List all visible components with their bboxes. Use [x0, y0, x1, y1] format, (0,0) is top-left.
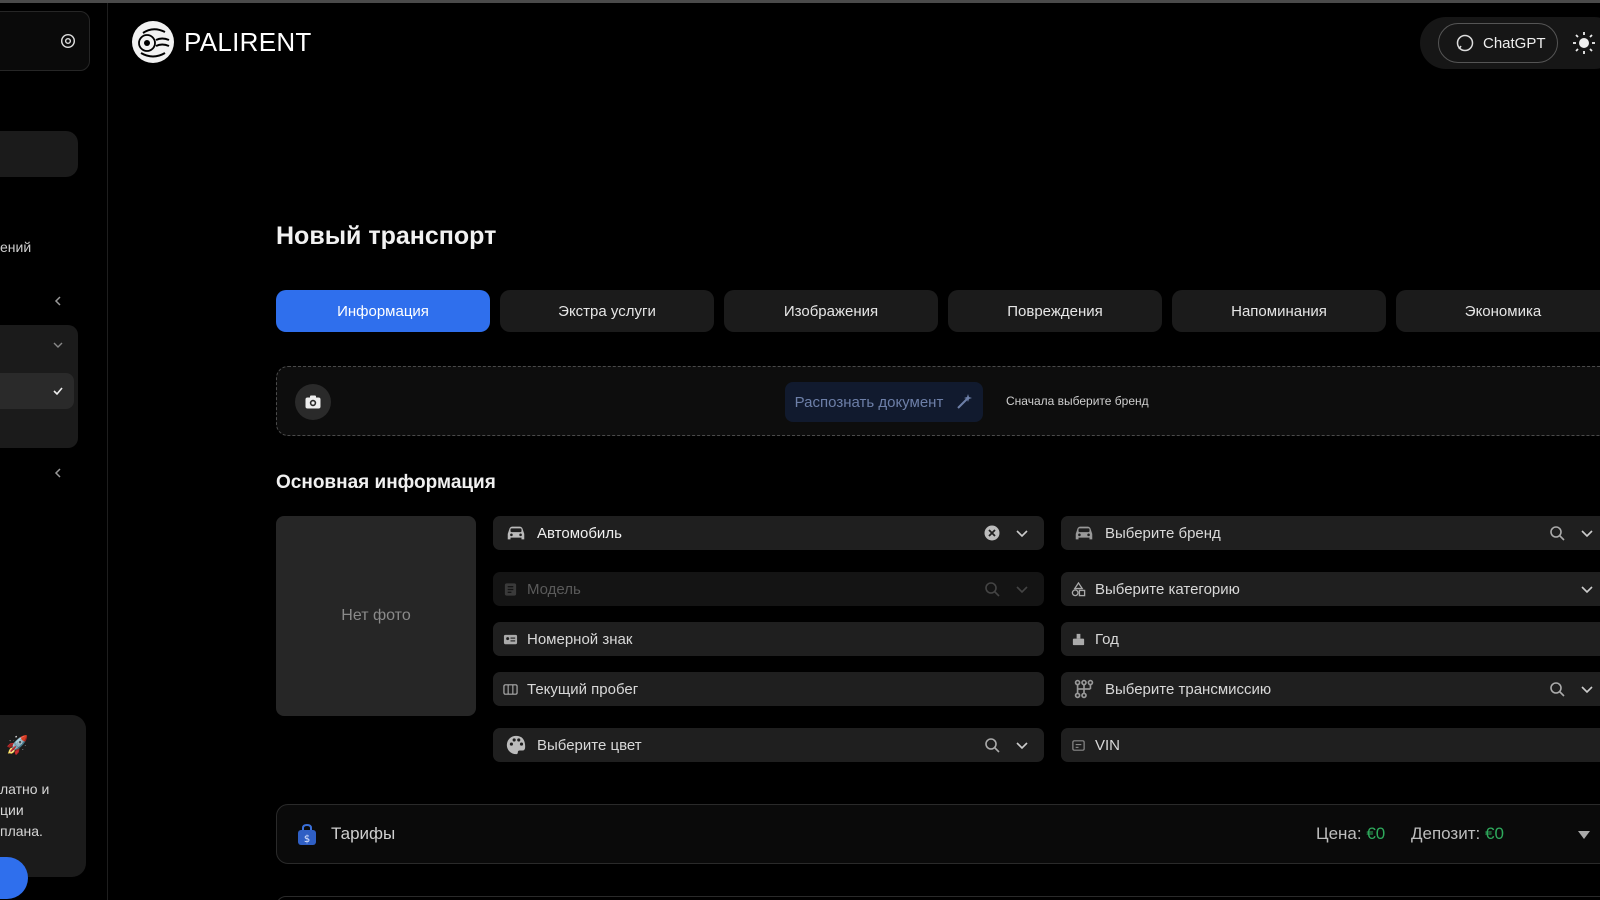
search-icon[interactable] [1549, 525, 1565, 541]
document-recognition-dropzone[interactable]: Распознать документ Сначала выберите бре… [276, 366, 1600, 436]
chevron-down-icon [1016, 586, 1028, 594]
sun-icon[interactable] [1572, 31, 1596, 55]
caret-down-icon[interactable] [1577, 829, 1591, 841]
mileage-field[interactable]: Текущий пробег [493, 672, 1044, 706]
svg-text:$: $ [304, 834, 310, 845]
tab-damages[interactable]: Повреждения [948, 290, 1162, 332]
car-icon [507, 526, 525, 540]
license-plate-field[interactable]: Номерной знак [493, 622, 1044, 656]
vehicle-type-select[interactable]: Автомобиль [493, 516, 1044, 550]
search-icon[interactable] [984, 737, 1000, 753]
calendar-icon [1072, 633, 1085, 645]
window-top-border [0, 0, 1600, 3]
deposit-summary: Депозит: €0 [1411, 824, 1504, 844]
sidebar-header [0, 11, 90, 71]
search-icon [985, 582, 1000, 597]
brand-placeholder: Выберите бренд [1105, 524, 1221, 542]
tab-reminders[interactable]: Напоминания [1172, 290, 1386, 332]
vehicle-photo-placeholder[interactable]: Нет фото [276, 516, 476, 716]
deposit-value: €0 [1484, 824, 1504, 843]
no-photo-label: Нет фото [341, 607, 411, 624]
recognize-document-button[interactable]: Распознать документ [785, 382, 983, 422]
chevron-left-icon[interactable] [52, 295, 64, 307]
tariffs-accordion[interactable]: $ Тарифы Цена: €0 Депозит: €0 [276, 804, 1600, 864]
sidebar: ений 🚀 латно и ции плана. [0, 3, 108, 900]
chevron-down-icon[interactable] [1014, 525, 1030, 541]
tab-bar: Информация Экстра услуги Изображения Пов… [276, 290, 1600, 332]
tab-economics[interactable]: Экономика [1396, 290, 1600, 332]
recognize-hint: Сначала выберите бренд [1006, 394, 1149, 408]
deposit-label: Депозит: [1411, 824, 1481, 843]
mileage-placeholder: Текущий пробег [527, 680, 639, 698]
logo-icon [132, 21, 174, 63]
tab-extra-services[interactable]: Экстра услуги [500, 290, 714, 332]
app-logo[interactable]: PALIRENT [131, 20, 312, 64]
brand-select[interactable]: Выберите бренд [1061, 516, 1600, 550]
magic-wand-icon [957, 394, 973, 409]
gearbox-icon [1074, 679, 1094, 699]
license-plate-placeholder: Номерной знак [527, 630, 633, 648]
sidebar-submenu [0, 325, 78, 448]
chatgpt-button[interactable]: ChatGPT [1438, 23, 1558, 63]
odometer-icon [503, 683, 518, 695]
app-name: PALIRENT [184, 26, 312, 57]
upgrade-promo-card: 🚀 латно и ции плана. [0, 715, 86, 877]
next-section-card [276, 896, 1600, 900]
year-field[interactable]: Год [1061, 622, 1600, 656]
price-tag-icon: $ [298, 823, 316, 845]
transmission-placeholder: Выберите трансмиссию [1105, 680, 1272, 698]
chevron-down-icon[interactable] [1014, 737, 1030, 753]
check-icon [53, 387, 63, 396]
palette-icon [506, 735, 526, 755]
chatgpt-label: ChatGPT [1483, 34, 1546, 52]
color-select[interactable]: Выберите цвет [493, 728, 1044, 762]
vin-placeholder: VIN [1095, 736, 1121, 754]
promo-text: латно и ции плана. [0, 781, 50, 839]
chevron-down-icon[interactable] [1579, 681, 1595, 697]
camera-icon [305, 395, 321, 409]
vehicle-type-value: Автомобиль [537, 524, 622, 542]
car-icon [1075, 526, 1093, 540]
chat-icon [1456, 34, 1474, 52]
id-card-icon [503, 634, 518, 644]
rocket-icon: 🚀 [6, 735, 29, 755]
vin-field[interactable]: VIN [1061, 728, 1600, 762]
document-icon [504, 582, 517, 596]
tariffs-title: Тарифы [331, 824, 396, 843]
tab-information[interactable]: Информация [276, 290, 490, 332]
vin-icon [1072, 739, 1085, 751]
recognize-document-label: Распознать документ [794, 393, 944, 411]
section-title-basic-info: Основная информация [276, 472, 496, 493]
category-placeholder: Выберите категорию [1095, 580, 1240, 598]
year-placeholder: Год [1095, 630, 1119, 648]
page-title: Новый транспорт [276, 222, 497, 250]
chevron-down-icon[interactable] [52, 339, 64, 351]
clear-icon[interactable] [984, 525, 1000, 541]
model-select[interactable]: Модель [493, 572, 1044, 606]
price-summary: Цена: €0 [1316, 824, 1385, 844]
camera-button[interactable] [295, 384, 331, 420]
header-actions: ChatGPT [1420, 17, 1600, 69]
category-select[interactable]: Выберите категорию [1061, 572, 1600, 606]
sidebar-section-label: ений [0, 239, 32, 255]
chevron-down-icon[interactable] [1579, 581, 1595, 597]
price-label: Цена: [1316, 824, 1362, 843]
sidebar-search[interactable] [0, 131, 78, 177]
price-value: €0 [1366, 824, 1386, 843]
search-icon[interactable] [1549, 681, 1565, 697]
chevron-left-icon[interactable] [52, 467, 64, 479]
model-placeholder: Модель [527, 580, 581, 598]
sidebar-item-selected[interactable] [0, 373, 74, 409]
settings-icon[interactable] [59, 32, 77, 50]
shapes-icon [1071, 581, 1086, 596]
transmission-select[interactable]: Выберите трансмиссию [1061, 672, 1600, 706]
tab-images[interactable]: Изображения [724, 290, 938, 332]
chevron-down-icon[interactable] [1579, 525, 1595, 541]
color-placeholder: Выберите цвет [537, 736, 642, 754]
